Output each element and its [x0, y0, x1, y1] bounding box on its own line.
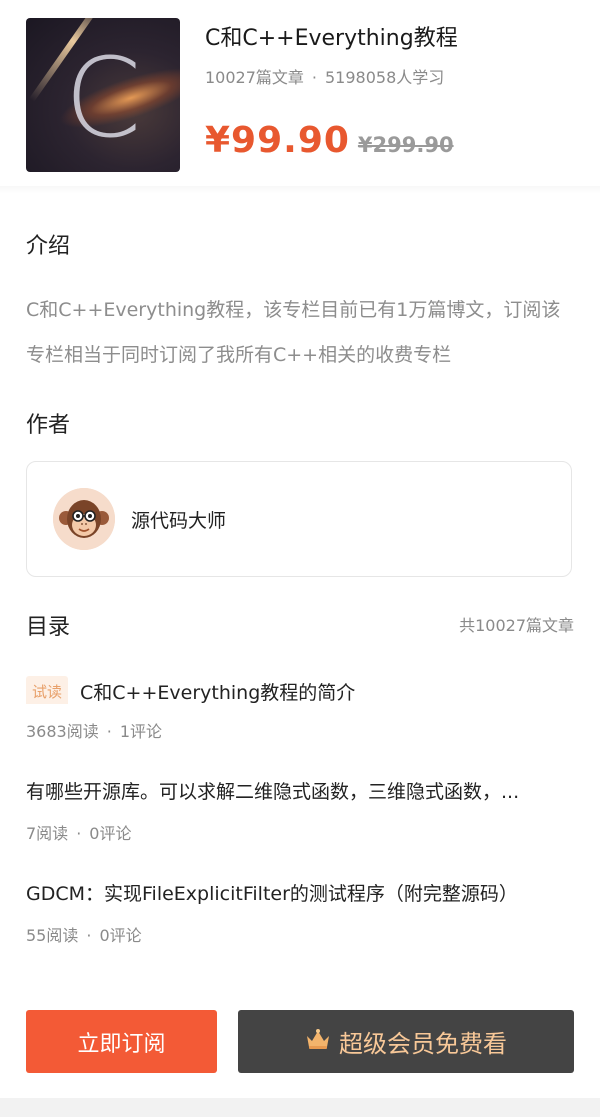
- toc-item[interactable]: 试读 C和C++Everything教程的简介 3683阅读 · 1评论: [26, 676, 576, 742]
- course-header: C C和C++Everything教程 10027篇文章 · 5198058人学习 …: [0, 0, 600, 200]
- intro-text: C和C++Everything教程，该专栏目前已有1万篇博文，订阅该专栏相当于同…: [26, 299, 561, 366]
- bottom-strip: [0, 1098, 600, 1117]
- author-card[interactable]: 源代码大师: [26, 461, 572, 577]
- crown-icon: [305, 1028, 331, 1056]
- read-count: 7阅读: [26, 824, 69, 843]
- author-name: 源代码大师: [131, 510, 227, 532]
- trial-badge: 试读: [26, 676, 69, 704]
- monkey-avatar-icon: [53, 488, 115, 550]
- toc-item-title: GDCM：实现FileExplicitFilter的测试程序（附完整源码）: [26, 883, 518, 905]
- vip-button-label: 超级会员免费看: [339, 1030, 507, 1058]
- course-meta: 10027篇文章 · 5198058人学习: [205, 64, 444, 88]
- intro-heading: 介绍: [26, 234, 71, 259]
- toc-item-meta: 3683阅读 · 1评论: [26, 718, 576, 742]
- comment-count: 0评论: [89, 824, 132, 843]
- toc-item-meta: 7阅读 · 0评论: [26, 820, 576, 844]
- meta-separator: ·: [106, 722, 112, 741]
- learner-count: 5198058人学习: [325, 68, 445, 87]
- meta-separator: ·: [311, 68, 317, 87]
- header-divider: [0, 186, 600, 194]
- meta-separator: ·: [76, 824, 82, 843]
- read-count: 3683阅读: [26, 722, 99, 741]
- toc-item-title: C和C++Everything教程的简介: [80, 682, 356, 704]
- toc-item[interactable]: 有哪些开源库。可以求解二维隐式函数，三维隐式函数，... 7阅读 · 0评论: [26, 778, 576, 844]
- price-row: ¥99.90 ¥299.90: [205, 120, 454, 161]
- course-cover-image: C: [26, 18, 180, 172]
- subscribe-button[interactable]: 立即订阅: [26, 1010, 217, 1073]
- vip-free-button[interactable]: 超级会员免费看: [238, 1010, 574, 1073]
- original-price: ¥299.90: [357, 133, 454, 157]
- toc-article-count: 共10027篇文章: [459, 616, 574, 635]
- meta-separator: ·: [86, 926, 92, 945]
- comment-count: 0评论: [99, 926, 142, 945]
- toc-heading: 目录: [26, 615, 71, 640]
- current-price: ¥99.90: [205, 120, 350, 161]
- article-count: 10027篇文章: [205, 68, 304, 87]
- toc-item-title: 有哪些开源库。可以求解二维隐式函数，三维隐式函数，...: [26, 781, 520, 803]
- read-count: 55阅读: [26, 926, 79, 945]
- toc-item[interactable]: GDCM：实现FileExplicitFilter的测试程序（附完整源码） 55…: [26, 880, 576, 946]
- course-title: C和C++Everything教程: [205, 26, 458, 51]
- toc-item-meta: 55阅读 · 0评论: [26, 922, 576, 946]
- toc-item-title-row: 试读 C和C++Everything教程的简介: [26, 676, 576, 704]
- author-heading: 作者: [26, 413, 71, 438]
- cover-letter: C: [64, 34, 142, 162]
- comment-count: 1评论: [119, 722, 163, 741]
